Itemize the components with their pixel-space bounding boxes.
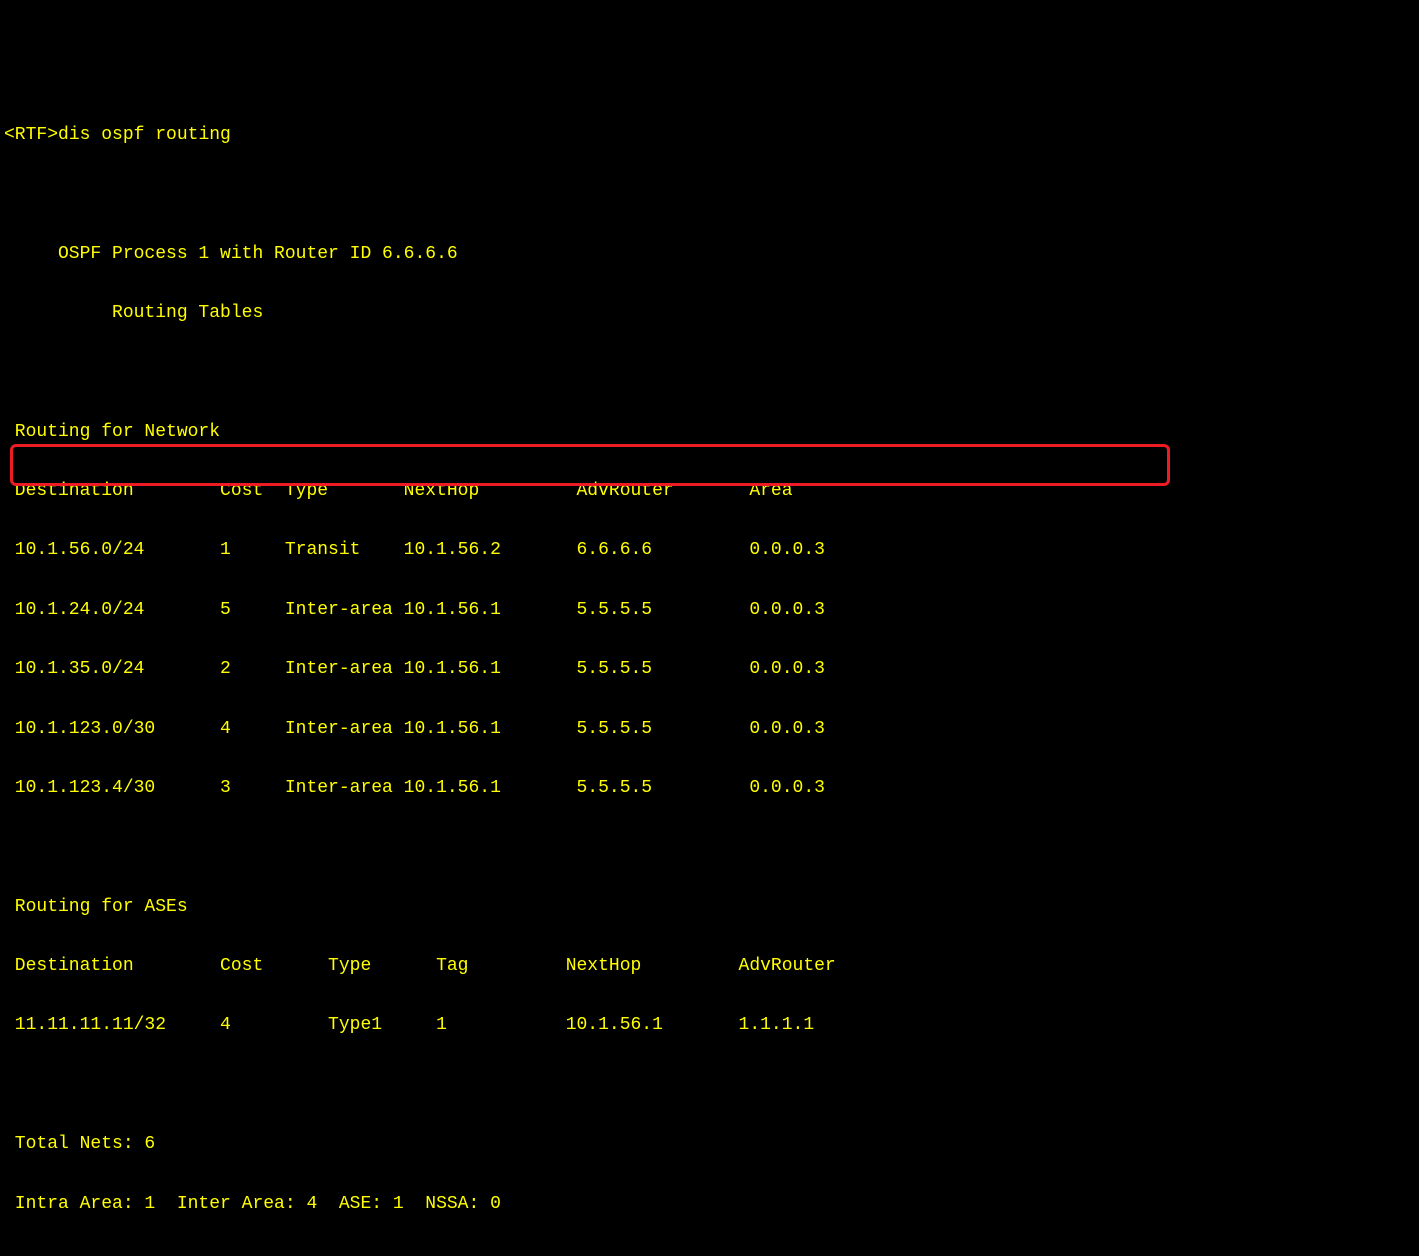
ases-table-header: Destination Cost Type Tag NextHop AdvRou… [4,952,1415,982]
totals-nets: Total Nets: 6 [4,1130,1415,1160]
table-row: 10.1.123.0/30 4 Inter-area 10.1.56.1 5.5… [4,715,1415,745]
ospf-header-line2: Routing Tables [4,299,1415,329]
prompt: <RTF> [4,125,58,145]
section-ases-title: Routing for ASEs [4,893,1415,923]
ospf-header-line1: OSPF Process 1 with Router ID 6.6.6.6 [4,240,1415,270]
totals-breakdown: Intra Area: 1 Inter Area: 4 ASE: 1 NSSA:… [4,1190,1415,1220]
table-row: 11.11.11.11/32 4 Type1 1 10.1.56.1 1.1.1… [4,1011,1415,1041]
table-row: 10.1.24.0/24 5 Inter-area 10.1.56.1 5.5.… [4,596,1415,626]
section-network-title: Routing for Network [4,418,1415,448]
table-row: 10.1.35.0/24 2 Inter-area 10.1.56.1 5.5.… [4,655,1415,685]
network-table-header: Destination Cost Type NextHop AdvRouter … [4,477,1415,507]
table-row: 10.1.123.4/30 3 Inter-area 10.1.56.1 5.5… [4,774,1415,804]
table-row: 10.1.56.0/24 1 Transit 10.1.56.2 6.6.6.6… [4,536,1415,566]
command-text: dis ospf routing [58,125,231,145]
